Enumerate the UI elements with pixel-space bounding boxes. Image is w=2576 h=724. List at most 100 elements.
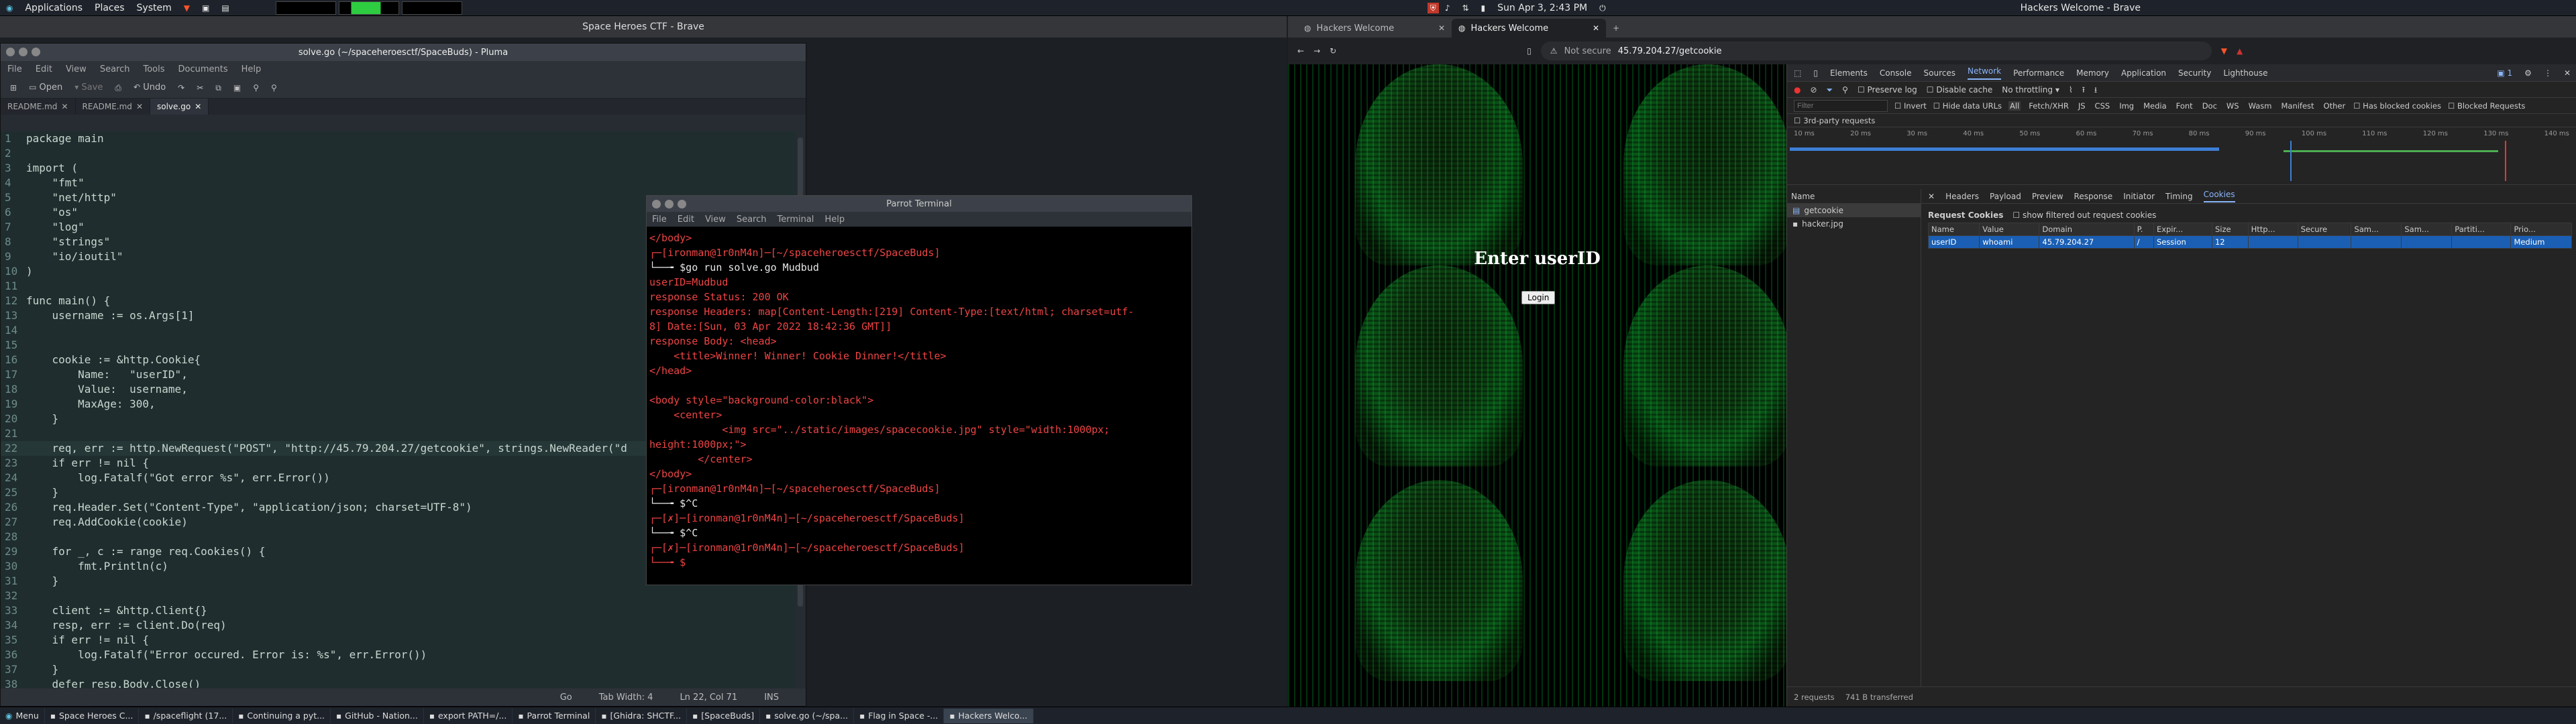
cookie-column-header[interactable]: Partiti... (2451, 223, 2512, 236)
menu-file[interactable]: File (647, 215, 672, 225)
filter-css[interactable]: CSS (2094, 101, 2112, 111)
close-icon[interactable]: ✕ (1438, 24, 1445, 32)
tab-security[interactable]: Security (2178, 68, 2211, 78)
terminal-launcher-icon[interactable]: ▣ (196, 4, 215, 12)
brave-left-title[interactable]: Space Heroes CTF - Brave (0, 16, 1287, 38)
taskbar-item[interactable]: ▪ [SpaceBuds] (687, 708, 761, 723)
replace-icon[interactable]: ⚲ (271, 84, 277, 92)
taskbar-item[interactable]: ▪ export PATH=/... (424, 708, 513, 723)
cookie-column-header[interactable]: Value (1979, 223, 2040, 236)
code-line[interactable]: 4 "fmt" (1, 176, 796, 190)
redo-icon[interactable]: ↷ (178, 84, 184, 92)
invert-checkbox[interactable]: ☐ Invert (1894, 101, 1927, 111)
menu-applications[interactable]: Applications (19, 3, 89, 13)
code-line[interactable]: 36 log.Fatalf("Error occured. Error is: … (1, 648, 796, 662)
reload-icon[interactable]: ↻ (1330, 47, 1336, 55)
code-line[interactable]: 37 } (1, 662, 796, 677)
menu-view[interactable]: View (59, 64, 93, 74)
tab-sources[interactable]: Sources (1924, 68, 1955, 78)
warning-icon[interactable]: ⚠ (1550, 47, 1558, 55)
code-line[interactable]: 35 if err != nil { (1, 633, 796, 648)
power-icon[interactable]: ⏻ (1593, 4, 1612, 12)
search-icon[interactable]: ⚲ (1842, 86, 1848, 94)
cookie-column-header[interactable]: Name (1927, 223, 1980, 236)
cookie-column-header[interactable]: Expir... (2153, 223, 2212, 236)
tab-preview[interactable]: Preview (2032, 192, 2063, 201)
tab-memory[interactable]: Memory (2076, 68, 2109, 78)
tab-payload[interactable]: Payload (1990, 192, 2021, 201)
third-party-checkbox[interactable]: ☐ 3rd-party requests (1787, 114, 2576, 127)
login-button[interactable]: Login (1521, 291, 1556, 304)
cookie-column-header[interactable]: Domain (2039, 223, 2135, 236)
code-line[interactable]: 3 import ( (1, 161, 796, 176)
menu-documents[interactable]: Documents (172, 64, 235, 74)
inspect-icon[interactable]: ⬚ (1794, 69, 1801, 77)
close-button[interactable] (652, 200, 661, 208)
find-icon[interactable]: ⚲ (253, 84, 259, 92)
menu-help[interactable]: Help (819, 215, 850, 225)
close-icon[interactable]: ✕ (136, 103, 143, 111)
cookie-cell[interactable] (2351, 235, 2402, 249)
device-toggle-icon[interactable]: ▯ (1813, 69, 1818, 77)
taskbar-item[interactable]: ▪ solve.go (~/spa... (760, 708, 855, 723)
code-line[interactable]: 2 (1, 146, 796, 161)
cookie-row[interactable]: userID whoami 45.79.204.27/Session 12 Medium (1927, 235, 2572, 249)
brave-shields-icon[interactable]: ▼ (2221, 47, 2227, 55)
menu-view[interactable]: View (700, 215, 731, 225)
taskbar-item[interactable]: ▪ GitHub - Nation... (331, 708, 424, 723)
tab-hackers-welcome-2[interactable]: ◍ Hackers Welcome ✕ (1452, 19, 1606, 38)
minimize-button[interactable] (19, 48, 28, 56)
cookie-column-header[interactable]: Sam... (2401, 223, 2453, 236)
request-row[interactable]: ▪ hacker.jpg (1787, 217, 1921, 231)
workspace-2[interactable] (338, 1, 399, 15)
close-icon[interactable]: ✕ (2564, 69, 2571, 77)
taskbar-item[interactable]: ▪ Continuing a pyt... (233, 708, 331, 723)
menu-help[interactable]: Help (235, 64, 268, 74)
menu-button[interactable]: ◉ Menu (0, 708, 45, 723)
tab-timing[interactable]: Timing (2165, 192, 2193, 201)
code-line[interactable]: 34 resp, err := client.Do(req) (1, 618, 796, 633)
cookie-cell[interactable]: Medium (2510, 235, 2572, 249)
network-icon[interactable]: ⇅ (1456, 4, 1474, 12)
forward-icon[interactable]: → (1313, 47, 1320, 55)
cookie-column-header[interactable]: Http... (2247, 223, 2298, 236)
close-icon[interactable]: ✕ (61, 103, 68, 111)
tab-application[interactable]: Application (2121, 68, 2166, 78)
network-timeline[interactable]: 10 ms 20 ms 30 ms 40 ms 50 ms 60 ms 70 ms 80 ms… (1787, 127, 2576, 185)
cookie-cell[interactable]: 45.79.204.27 (2039, 235, 2135, 249)
filter-js[interactable]: JS (2077, 101, 2087, 111)
paste-icon[interactable]: ▣ (233, 84, 241, 92)
terminal-output[interactable]: </body> ┌─[ironman@1r0nM4n]─[~/spaceheroe… (647, 227, 1191, 583)
cookie-cell[interactable]: Session (2153, 235, 2212, 249)
cookie-column-header[interactable]: Sam... (2351, 223, 2402, 236)
menu-edit[interactable]: Edit (672, 215, 700, 225)
workspace-1[interactable] (275, 1, 336, 15)
pluma-titlebar[interactable]: solve.go (~/spaceheroesctf/SpaceBuds) - … (1, 44, 806, 61)
brave-launcher-icon[interactable]: ▼ (178, 4, 196, 12)
cookie-cell[interactable] (2297, 235, 2352, 249)
close-icon[interactable]: ✕ (195, 103, 201, 111)
clear-icon[interactable]: ⊘ (1810, 86, 1817, 94)
files-launcher-icon[interactable]: ▤ (215, 4, 235, 12)
bookmark-icon[interactable]: ▯ (1527, 47, 1532, 55)
menu-system[interactable]: System (131, 3, 178, 13)
filter-fetch[interactable]: Fetch/XHR (2027, 101, 2070, 111)
cookie-column-header[interactable]: P. (2133, 223, 2154, 236)
filter-img[interactable]: Img (2118, 101, 2135, 111)
tab-performance[interactable]: Performance (2013, 68, 2064, 78)
export-icon[interactable]: ⭳ (2094, 86, 2097, 94)
save-button[interactable]: ▾ Save (74, 82, 103, 93)
tab-readme-1[interactable]: README.md ✕ (1, 99, 76, 115)
taskbar-item[interactable]: ▪/spaceflight (17... (139, 708, 233, 723)
clock[interactable]: Sun Apr 3, 2:43 PM (1491, 3, 1593, 13)
not-secure-label[interactable]: Not secure (1564, 46, 1611, 56)
cookie-column-header[interactable]: Prio... (2510, 223, 2572, 236)
tab-hackers-welcome-1[interactable]: ◍ Hackers Welcome ✕ (1297, 19, 1452, 38)
filter-input[interactable] (1794, 99, 1888, 112)
tab-network[interactable]: Network (1968, 66, 2002, 80)
menu-search[interactable]: Search (93, 64, 137, 74)
tab-width-selector[interactable]: Tab Width: 4 (599, 692, 653, 703)
tab-console[interactable]: Console (1880, 68, 1912, 78)
filter-icon[interactable]: ⏷ (1827, 86, 1833, 94)
code-line[interactable]: 33 client := &http.Client{} (1, 603, 796, 618)
